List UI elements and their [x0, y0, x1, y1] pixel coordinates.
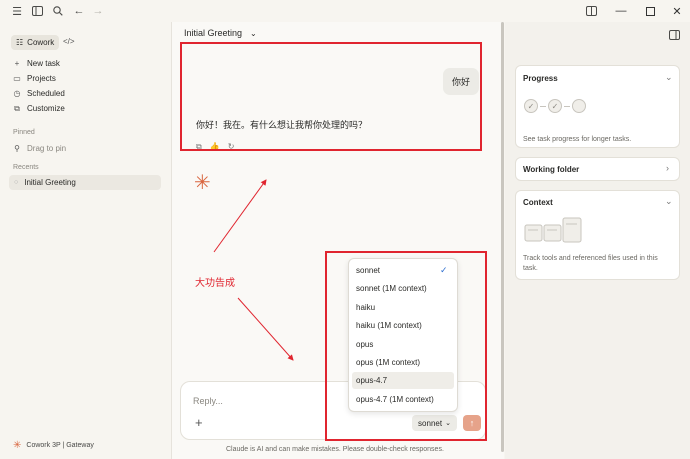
annotation-arrows [213, 179, 294, 361]
annotation-arrow-up [213, 179, 267, 253]
annotation-arrow-down [237, 297, 294, 361]
